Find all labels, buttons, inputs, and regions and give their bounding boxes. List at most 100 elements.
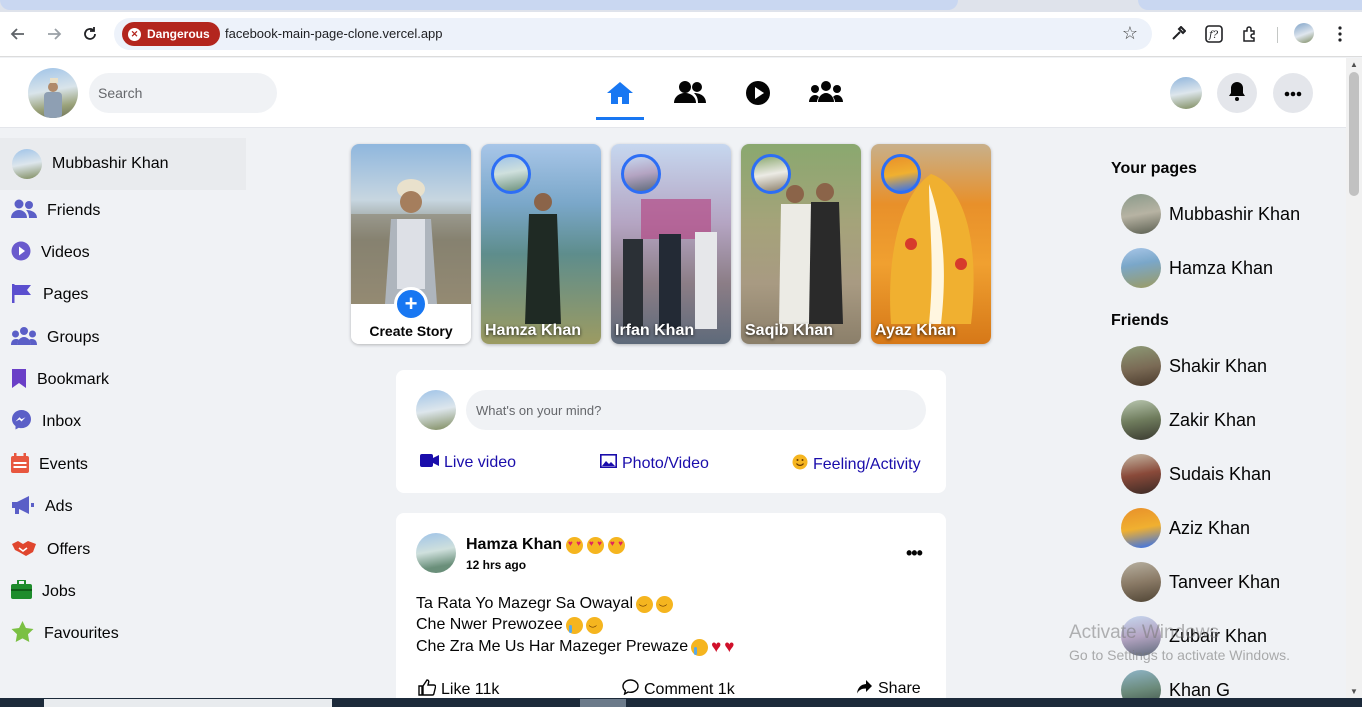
- taskbar-app[interactable]: [580, 699, 626, 707]
- handshake-icon: [11, 538, 47, 563]
- url-text[interactable]: facebook-main-page-clone.vercel.app: [225, 26, 443, 41]
- scrollbar-thumb[interactable]: [1349, 72, 1359, 196]
- story-card[interactable]: Irfan Khan: [611, 144, 731, 344]
- sidebar-item-videos[interactable]: Videos: [11, 238, 90, 268]
- sidebar-item-bookmark[interactable]: Bookmark: [11, 365, 109, 395]
- sidebar-item-ads[interactable]: Ads: [11, 492, 73, 522]
- bookmark-star-icon[interactable]: ☆: [1122, 23, 1138, 44]
- svg-text:f?: f?: [1208, 30, 1219, 41]
- sidebar-item-inbox[interactable]: Inbox: [11, 407, 81, 437]
- post-options-icon[interactable]: •••: [906, 543, 923, 564]
- taskbar-search[interactable]: [44, 699, 332, 707]
- bookmark-icon: [11, 368, 37, 393]
- page-name: Mubbashir Khan: [1169, 203, 1301, 224]
- friend-name: Tanveer Khan: [1169, 571, 1281, 592]
- header-profile-avatar[interactable]: [28, 68, 78, 118]
- avatar: [1121, 248, 1161, 288]
- reload-icon[interactable]: [78, 22, 102, 46]
- scroll-down-icon[interactable]: ▼: [1350, 687, 1358, 696]
- sidebar-item-label: Ads: [45, 498, 73, 515]
- friend-item[interactable]: Tanveer Khan: [1121, 562, 1280, 602]
- sidebar-item-favourites[interactable]: Favourites: [11, 619, 119, 649]
- avatar: [1121, 562, 1161, 602]
- add-story-icon[interactable]: +: [394, 287, 428, 321]
- browser-toolbar: ✕ Dangerous facebook-main-page-clone.ver…: [0, 12, 1362, 57]
- status-input[interactable]: [466, 390, 926, 430]
- browser-profile-avatar[interactable]: [1294, 23, 1314, 43]
- address-bar[interactable]: ✕ Dangerous facebook-main-page-clone.ver…: [114, 18, 1152, 50]
- browser-tab-active[interactable]: [0, 0, 958, 10]
- header-user-avatar[interactable]: [1170, 77, 1202, 109]
- video-camera-icon: [420, 454, 439, 472]
- security-label: Dangerous: [147, 27, 210, 41]
- story-card[interactable]: Ayaz Khan: [871, 144, 991, 344]
- photo-video-button[interactable]: Photo/Video: [600, 454, 709, 473]
- sidebar-item-label: Groups: [47, 329, 100, 346]
- friends-icon: [11, 199, 47, 224]
- feeling-activity-button[interactable]: Feeling/Activity: [792, 454, 921, 475]
- briefcase-icon: [11, 579, 42, 604]
- font-extension-icon[interactable]: f?: [1202, 22, 1226, 46]
- feeling-activity-label: Feeling/Activity: [813, 455, 921, 473]
- live-video-button[interactable]: Live video: [420, 454, 516, 472]
- browser-tab[interactable]: [1138, 0, 1362, 10]
- tab-groups[interactable]: [802, 80, 850, 120]
- page-name: Hamza Khan: [1169, 257, 1274, 278]
- scroll-up-icon[interactable]: ▲: [1350, 60, 1358, 69]
- post-author[interactable]: Hamza Khan: [466, 536, 626, 554]
- like-label: Like 11k: [441, 681, 500, 698]
- tab-home[interactable]: [596, 80, 644, 120]
- sidebar-item-label: Bookmark: [37, 371, 110, 388]
- page-scrollbar[interactable]: ▲ ▼: [1346, 58, 1362, 698]
- extensions-icon[interactable]: [1238, 22, 1262, 46]
- danger-icon: ✕: [128, 27, 141, 41]
- avatar: [1121, 454, 1161, 494]
- sidebar-profile[interactable]: Mubbashir Khan: [0, 138, 246, 190]
- browser-menu-icon[interactable]: [1328, 22, 1352, 46]
- post-author-avatar[interactable]: [416, 533, 456, 573]
- notifications-button[interactable]: [1217, 73, 1257, 113]
- post-text-line: Che Nwer Prewozee: [416, 616, 603, 635]
- friend-item[interactable]: Aziz Khan: [1121, 508, 1250, 548]
- story-card[interactable]: Hamza Khan: [481, 144, 601, 344]
- image-icon: [600, 454, 617, 473]
- calendar-icon: [11, 452, 39, 478]
- sidebar-item-friends[interactable]: Friends: [11, 196, 100, 226]
- share-icon: [856, 679, 873, 699]
- create-story-card[interactable]: + Create Story: [351, 144, 471, 344]
- avatar: [1121, 346, 1161, 386]
- groups-icon: [809, 80, 843, 120]
- story-card[interactable]: Saqib Khan: [741, 144, 861, 344]
- avatar[interactable]: [416, 390, 456, 430]
- share-label: Share: [878, 680, 921, 697]
- sidebar-item-pages[interactable]: Pages: [11, 280, 88, 310]
- security-warning-chip[interactable]: ✕ Dangerous: [122, 22, 220, 46]
- back-icon[interactable]: [6, 22, 30, 46]
- broken-heart-icon: ♥: [724, 637, 735, 656]
- search-input[interactable]: [89, 73, 277, 113]
- tab-friends[interactable]: [666, 80, 714, 120]
- story-avatar-ring: [881, 154, 921, 194]
- browser-tab-strip: [0, 0, 1362, 12]
- forward-icon[interactable]: [42, 22, 66, 46]
- flag-icon: [11, 283, 43, 308]
- sidebar-item-jobs[interactable]: Jobs: [11, 577, 76, 607]
- more-options-button[interactable]: [1273, 73, 1313, 113]
- friend-item[interactable]: Sudais Khan: [1121, 454, 1271, 494]
- share-button[interactable]: Share: [856, 679, 921, 699]
- sidebar-item-groups[interactable]: Groups: [11, 323, 99, 353]
- sidebar-item-events[interactable]: Events: [11, 450, 88, 480]
- activation-watermark-subtitle: Go to Settings to activate Windows.: [1069, 647, 1290, 663]
- page-item[interactable]: Mubbashir Khan: [1121, 194, 1300, 234]
- page-item[interactable]: Hamza Khan: [1121, 248, 1273, 288]
- crying-face-emoji-icon: [691, 638, 709, 656]
- comment-button[interactable]: Comment 1k: [622, 679, 735, 700]
- heart-eyes-emoji-icon: [587, 536, 605, 554]
- post-text-line: Che Zra Me Us Har Mazeger Prewaze ♥ ♥: [416, 637, 735, 656]
- sidebar-item-offers[interactable]: Offers: [11, 535, 90, 565]
- friend-item[interactable]: Zakir Khan: [1121, 400, 1256, 440]
- friend-item[interactable]: Shakir Khan: [1121, 346, 1267, 386]
- tab-watch[interactable]: [734, 80, 782, 120]
- eyedropper-icon[interactable]: [1166, 22, 1190, 46]
- sidebar-item-label: Inbox: [42, 413, 82, 430]
